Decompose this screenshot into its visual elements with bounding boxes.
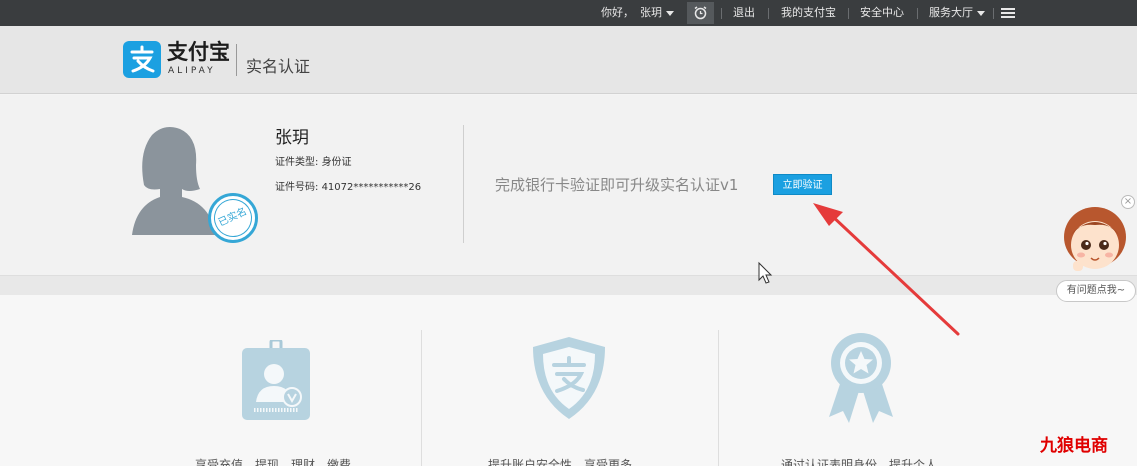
username: 张玥 xyxy=(640,6,662,19)
assistant-mascot[interactable] xyxy=(1061,205,1129,275)
page-title: 实名认证 xyxy=(246,57,311,76)
profile-divider xyxy=(463,125,464,243)
id-number-row: 证件号码: 41072***********26 xyxy=(275,181,421,195)
assistant-tip-button[interactable]: 有问题点我~ xyxy=(1056,280,1136,302)
id-type-label: 证件类型: xyxy=(275,157,319,168)
shield-icon xyxy=(531,335,607,425)
list-menu-icon[interactable] xyxy=(1001,8,1015,18)
greeting-text: 你好， xyxy=(601,6,634,19)
verify-now-button[interactable]: 立即验证 xyxy=(773,174,832,195)
id-type-row: 证件类型: 身份证 xyxy=(275,156,352,170)
verified-stamp-text: 已实名 xyxy=(207,192,259,244)
id-number-label: 证件号码: xyxy=(275,182,319,193)
security-center-link[interactable]: 安全中心 xyxy=(860,0,904,26)
top-nav-bar: 你好， 张玥 退出 我的支付宝 安全中心 服务大厅 xyxy=(0,0,1137,26)
feature-caption: 提升账户安全性，享受更多 xyxy=(488,458,633,466)
feature-divider xyxy=(421,330,422,466)
id-number-value: 41072***********26 xyxy=(321,182,422,193)
features-section: 享受充值、提现、理财、缴费 提升账户安全性，享受更多 通过认证表明身份，提升个人 xyxy=(0,295,1137,466)
feature-divider xyxy=(718,330,719,466)
my-alipay-link[interactable]: 我的支付宝 xyxy=(781,0,836,26)
chevron-down-icon xyxy=(666,10,674,16)
user-name: 张玥 xyxy=(275,128,309,148)
section-divider-band xyxy=(0,275,1137,295)
alipay-logo-icon[interactable] xyxy=(123,41,161,78)
logo-wordmark-cn: 支付宝 xyxy=(167,40,230,64)
verified-badge: 已实名 xyxy=(207,192,259,244)
alarm-clock-icon[interactable] xyxy=(687,2,714,24)
verify-prompt: 完成银行卡验证即可升级实名认证v1 xyxy=(495,176,739,194)
service-hall-label: 服务大厅 xyxy=(929,6,973,19)
feature-caption: 通过认证表明身份，提升个人 xyxy=(781,458,938,466)
header-divider xyxy=(236,44,237,76)
id-type-value: 身份证 xyxy=(321,157,352,168)
user-menu[interactable]: 张玥 xyxy=(640,0,674,26)
id-card-icon xyxy=(240,338,312,426)
feature-caption: 享受充值、提现、理财、缴费 xyxy=(195,458,352,466)
avatar xyxy=(126,123,216,235)
profile-panel: 已实名 张玥 证件类型: 身份证 证件号码: 41072***********2… xyxy=(0,95,1137,275)
page-header: 支付宝 ALIPAY 实名认证 xyxy=(0,26,1137,94)
award-ribbon-icon xyxy=(825,331,897,427)
chevron-down-icon xyxy=(977,10,985,16)
logo-wordmark-en: ALIPAY xyxy=(168,66,216,76)
watermark-text: 九狼电商 xyxy=(1040,436,1108,456)
logout-link[interactable]: 退出 xyxy=(733,0,755,26)
service-hall-menu[interactable]: 服务大厅 xyxy=(929,0,985,26)
